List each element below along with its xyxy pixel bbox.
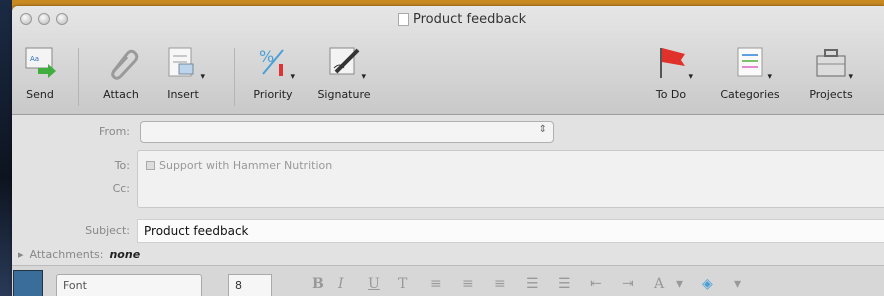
paperclip-icon xyxy=(101,42,141,82)
flag-icon: ▾ xyxy=(651,42,693,82)
window-title-text: Product feedback xyxy=(413,12,527,27)
dropdown-arrow-icon: ▾ xyxy=(361,72,366,82)
message-header-form: From: ⇕ To: Cc: Support with Hammer Nutr… xyxy=(12,115,884,296)
projects-label: Projects xyxy=(809,88,853,101)
minimize-window-button[interactable] xyxy=(38,13,50,25)
attachments-row[interactable]: ▸ Attachments: none xyxy=(18,248,140,261)
text-size-icon[interactable]: A xyxy=(654,276,664,292)
attach-button[interactable]: Attach xyxy=(96,42,146,101)
bold-button[interactable]: B xyxy=(312,276,324,292)
subject-input[interactable]: Product feedback xyxy=(137,219,884,243)
send-button[interactable]: Aa Send xyxy=(16,42,64,101)
insert-icon: ▾ xyxy=(163,42,205,82)
message-window: Product feedback Aa Send Attach ▾ Insert xyxy=(12,6,884,296)
align-center-icon[interactable]: ≡ xyxy=(462,276,474,292)
font-value: Font xyxy=(63,279,87,292)
attach-label: Attach xyxy=(103,88,139,101)
from-select[interactable]: ⇕ xyxy=(140,121,554,143)
recipients-field[interactable]: Support with Hammer Nutrition xyxy=(137,150,884,208)
numbered-list-icon[interactable]: ☰ xyxy=(558,276,571,292)
categories-button[interactable]: ▾ Categories xyxy=(712,42,788,101)
signature-button[interactable]: ▾ Signature xyxy=(312,42,376,101)
strikethrough-button[interactable]: T xyxy=(398,276,407,292)
dropdown-arrow-icon: ▾ xyxy=(688,72,693,82)
send-icon: Aa xyxy=(20,42,60,82)
highlight-color-icon[interactable]: ◈ xyxy=(702,276,713,292)
insert-button[interactable]: ▾ Insert xyxy=(158,42,208,101)
toolbar-separator xyxy=(78,48,79,106)
categories-label: Categories xyxy=(720,88,780,101)
dropdown-arrow-icon[interactable]: ▾ xyxy=(734,276,741,292)
dropdown-arrow-icon: ▾ xyxy=(200,72,205,82)
to-label: To: xyxy=(114,159,130,172)
font-size-field[interactable]: 8 xyxy=(228,274,272,296)
briefcase-icon: ▾ xyxy=(811,42,853,82)
dropdown-arrow-icon: ▾ xyxy=(767,72,772,82)
recipient-name: Support with Hammer Nutrition xyxy=(159,159,333,172)
underline-button[interactable]: U xyxy=(368,276,380,292)
zoom-window-button[interactable] xyxy=(56,13,68,25)
attachments-value: none xyxy=(109,248,141,261)
disclosure-triangle-icon[interactable]: ▸ xyxy=(18,248,24,261)
subject-value: Product feedback xyxy=(144,224,249,238)
dropdown-arrow-icon: ▾ xyxy=(290,72,295,82)
format-palette-icon[interactable] xyxy=(13,270,43,296)
categories-icon: ▾ xyxy=(730,42,772,82)
format-toolbar: Font 8 B I U T ≡ ≡ ≡ ☰ ☰ ⇤ ⇥ A ▾ ◈ ▾ xyxy=(12,265,884,296)
desktop-background xyxy=(0,0,12,296)
align-right-icon[interactable]: ≡ xyxy=(494,276,506,292)
recipient-token[interactable]: Support with Hammer Nutrition xyxy=(146,159,332,172)
title-bar: Product feedback Aa Send Attach ▾ Insert xyxy=(12,6,884,115)
priority-icon: % ▾ xyxy=(253,42,295,82)
svg-text:Aa: Aa xyxy=(30,55,39,63)
from-label: From: xyxy=(99,125,130,138)
signature-label: Signature xyxy=(317,88,371,101)
increase-indent-icon[interactable]: ⇥ xyxy=(622,276,634,292)
priority-button[interactable]: % ▾ Priority xyxy=(248,42,298,101)
signature-icon: ▾ xyxy=(324,42,366,82)
subject-label: Subject: xyxy=(85,224,130,237)
contact-icon xyxy=(146,161,155,170)
todo-label: To Do xyxy=(655,88,687,101)
projects-button[interactable]: ▾ Projects xyxy=(800,42,862,101)
close-window-button[interactable] xyxy=(20,13,32,25)
priority-label: Priority xyxy=(253,88,293,101)
font-size-value: 8 xyxy=(235,279,242,292)
italic-button[interactable]: I xyxy=(338,276,344,292)
send-label: Send xyxy=(26,88,54,101)
decrease-indent-icon[interactable]: ⇤ xyxy=(590,276,602,292)
bullet-list-icon[interactable]: ☰ xyxy=(526,276,539,292)
window-controls xyxy=(20,13,68,25)
font-select[interactable]: Font xyxy=(56,274,202,296)
document-icon xyxy=(398,13,409,26)
attachments-label: Attachments: xyxy=(29,248,104,261)
cc-label: Cc: xyxy=(112,182,130,195)
dropdown-arrow-icon: ▾ xyxy=(848,72,853,82)
toolbar-separator xyxy=(234,48,235,106)
align-left-icon[interactable]: ≡ xyxy=(430,276,442,292)
window-title: Product feedback xyxy=(398,12,526,27)
dropdown-arrow-icon[interactable]: ▾ xyxy=(676,276,683,292)
todo-button[interactable]: ▾ To Do xyxy=(646,42,696,101)
insert-label: Insert xyxy=(167,88,199,101)
stepper-arrows-icon: ⇕ xyxy=(538,124,547,135)
